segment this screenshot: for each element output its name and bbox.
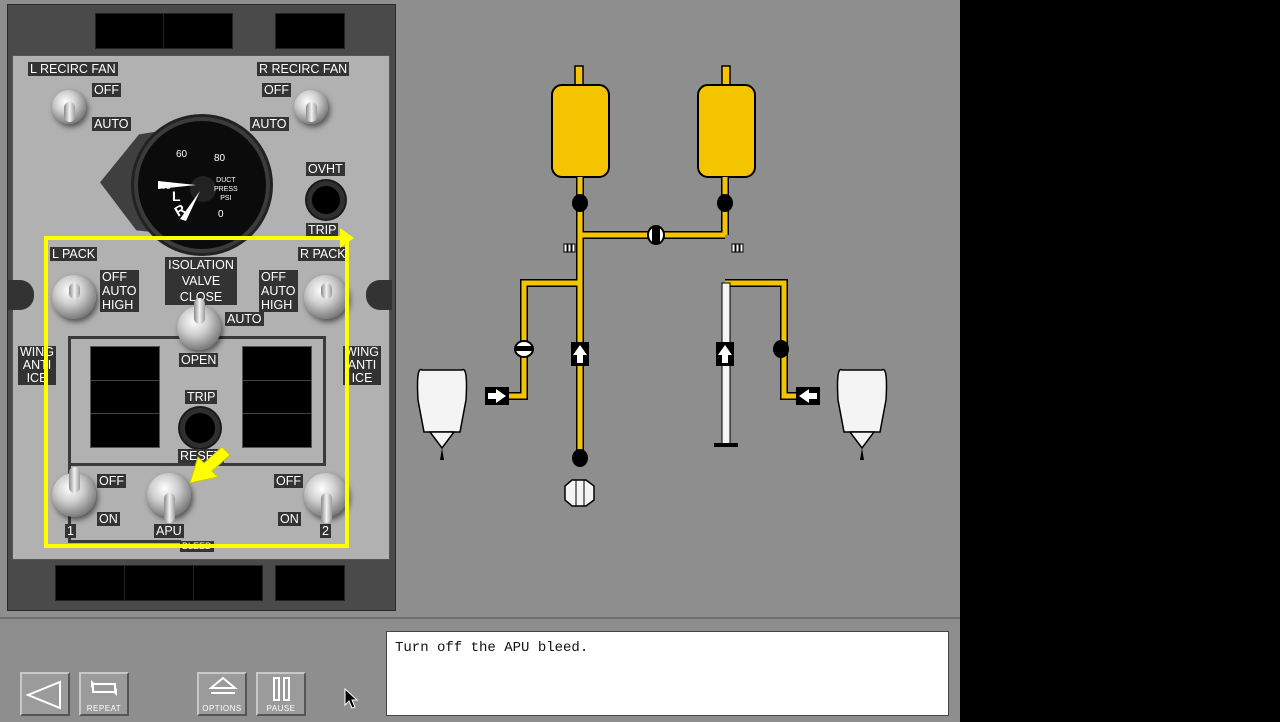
letterbox-right [960,0,1280,720]
r-recirc-fan-label: R RECIRC FAN [257,62,350,76]
l-recirc-fan-switch[interactable] [52,90,86,124]
mouse-pointer-icon [344,688,359,709]
annunciator-bottom-4 [275,565,345,601]
back-arrow-icon [25,680,61,710]
simulator-screen: L RECIRC FAN OFF AUTO R RECIRC FAN OFF A… [0,0,960,722]
r-recirc-fan-switch[interactable] [294,90,328,124]
annunciator-bottom-1 [55,565,125,601]
hint-arrow-icon [189,447,231,484]
annunciator-bottom-3 [193,565,263,601]
ovht-trip-label: TRIP [306,223,339,237]
pack-left [551,84,610,178]
l-recirc-fan-off-label: OFF [92,83,121,97]
bleed-air-diagram [416,65,888,507]
apu [564,479,595,507]
pack-right-outlet [721,65,731,87]
engine-right [836,368,888,460]
ovht-test-button[interactable] [307,181,345,219]
pause-icon [273,677,290,701]
pack-left-outlet [574,65,584,87]
engine-left [416,368,468,460]
options-icon [208,676,238,694]
annunciator-top-1 [95,13,165,49]
ovht-label: OVHT [306,162,345,176]
repeat-button[interactable]: REPEAT [79,672,129,716]
annunciator-bottom-2 [124,565,194,601]
r-recirc-fan-off-label: OFF [262,83,291,97]
options-button[interactable]: OPTIONS [197,672,247,716]
pack-right [697,84,756,178]
l-recirc-fan-auto-label: AUTO [92,117,131,131]
duct-cap [714,443,738,447]
back-button[interactable] [20,672,70,716]
pause-button[interactable]: PAUSE [256,672,306,716]
instruction-message: Turn off the APU bleed. [386,631,949,716]
flow-arrows [485,342,820,405]
highlight-outline [44,236,349,548]
panel-mount-left [8,280,34,310]
l-recirc-fan-label: L RECIRC FAN [28,62,118,76]
active-ducts [488,177,818,460]
annunciator-top-2 [163,13,233,49]
gauge-needles: L R [158,181,200,221]
annunciator-top-3 [275,13,345,49]
panel-mount-right [366,280,392,310]
highlight-arrow-tip [340,228,354,248]
repeat-icon [91,680,117,696]
duct-pressure-gauge: 60 80 40 0 DUCT PRESS PSI L R [134,117,270,253]
